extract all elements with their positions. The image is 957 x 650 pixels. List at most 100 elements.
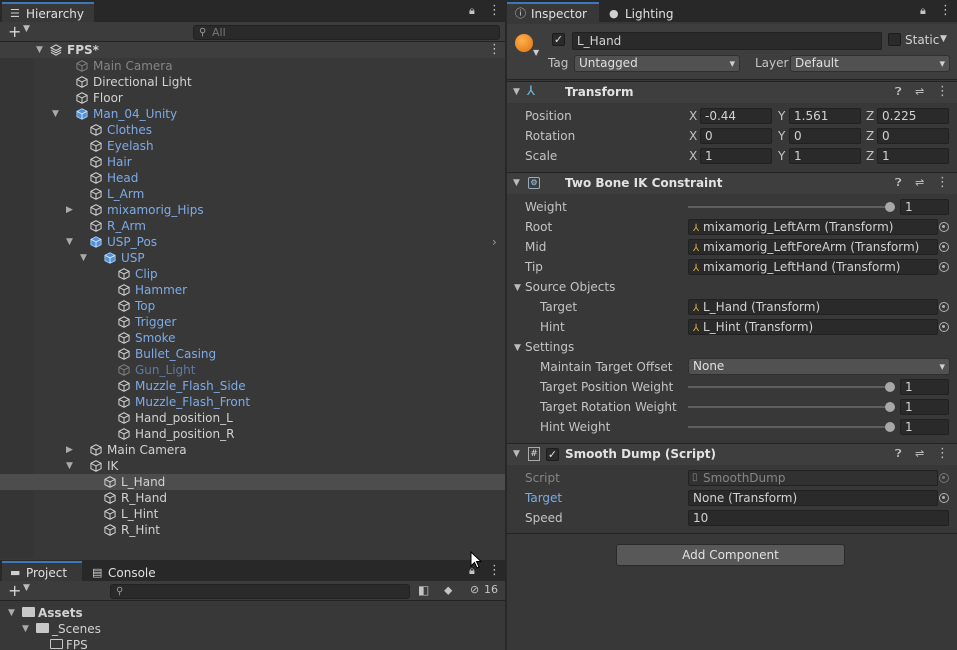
maintain-offset-dropdown[interactable]: None [688, 358, 950, 375]
scale-z-field[interactable]: 1 [877, 148, 949, 164]
target-position-weight-track[interactable] [688, 386, 890, 388]
tree-item[interactable]: L_Arm [0, 186, 505, 202]
foldout-arrow-icon[interactable]: ▼ [513, 87, 520, 97]
ik-header[interactable]: ▼ ⚙ Two Bone IK Constraint ❓︎ ⇌ ⋮ [507, 172, 957, 194]
tree-item[interactable]: Directional Light [0, 74, 505, 90]
tree-item[interactable]: R_Hand [0, 490, 505, 506]
tree-item[interactable]: Clip [0, 266, 505, 282]
kebab-menu-icon[interactable]: ⋮ [488, 42, 501, 58]
tree-item[interactable]: ▼ IK [0, 458, 505, 474]
collapsed-arrow-icon[interactable]: ▶ [66, 202, 73, 218]
object-name-field[interactable]: L_Hand [572, 32, 882, 50]
source-objects-foldout[interactable]: Source Objects [525, 279, 615, 295]
kebab-menu-icon[interactable]: ⋮ [936, 175, 949, 190]
expanded-arrow-icon[interactable]: ▼ [52, 106, 59, 122]
kebab-menu-icon[interactable]: ⋮ [488, 563, 501, 578]
expanded-arrow-icon[interactable]: ▼ [8, 605, 15, 621]
tree-item[interactable]: R_Hint [0, 522, 505, 538]
chevron-down-icon[interactable]: ▼ [23, 583, 30, 593]
kebab-menu-icon[interactable]: ⋮ [936, 84, 949, 99]
weight-field[interactable]: 1 [900, 199, 949, 215]
position-x-field[interactable]: -0.44 [700, 108, 772, 124]
tree-item[interactable]: Clothes [0, 122, 505, 138]
tree-item[interactable]: Head [0, 170, 505, 186]
object-picker-icon[interactable] [939, 222, 949, 232]
tree-item[interactable]: Hammer [0, 282, 505, 298]
transform-header[interactable]: ▼ ⅄ Transform ❓︎ ⇌ ⋮ [507, 81, 957, 103]
static-checkbox[interactable] [888, 33, 901, 46]
foldout-arrow-icon[interactable]: ▼ [513, 449, 520, 459]
project-tree-item[interactable]: ▼ Assets [0, 605, 505, 621]
scale-y-field[interactable]: 1 [789, 148, 861, 164]
target-rotation-weight-knob[interactable] [885, 402, 895, 412]
tab-lighting[interactable]: ● Lighting [601, 2, 691, 22]
target-rotation-weight-field[interactable]: 1 [900, 399, 949, 415]
kebab-menu-icon[interactable]: ⋮ [488, 3, 501, 18]
hint-field[interactable]: ⅄ L_Hint (Transform) [688, 319, 938, 335]
project-tree-item[interactable]: FPS [0, 637, 505, 650]
tree-item[interactable]: Hand_position_L [0, 410, 505, 426]
mid-field[interactable]: ⅄ mixamorig_LeftForeArm (Transform) [688, 239, 938, 255]
add-component-button[interactable]: Add Component [616, 544, 845, 566]
tree-item[interactable]: ▶ Main Camera [0, 442, 505, 458]
hierarchy-search-input[interactable]: ⚲ All [193, 25, 500, 40]
tree-item[interactable]: L_Hint [0, 506, 505, 522]
tree-item[interactable]: ▶ mixamorig_Hips [0, 202, 505, 218]
target-position-weight-knob[interactable] [885, 382, 895, 392]
rotation-z-field[interactable]: 0 [877, 128, 949, 144]
script-enabled-checkbox[interactable]: ✓ [546, 448, 559, 461]
preset-icon[interactable]: ⇌ [915, 85, 924, 98]
tree-item[interactable]: Eyelash [0, 138, 505, 154]
kebab-menu-icon[interactable]: ⋮ [939, 3, 952, 18]
foldout-arrow-icon[interactable]: ▼ [514, 283, 521, 293]
target-rotation-weight-track[interactable] [688, 406, 890, 408]
lock-icon[interactable]: 🔒︎ [920, 4, 926, 18]
tree-item[interactable]: Gun_Light [0, 362, 505, 378]
object-picker-icon[interactable] [939, 322, 949, 332]
hint-weight-track[interactable] [688, 426, 890, 428]
label-tag-icon[interactable]: ⬥ [444, 583, 452, 598]
tree-item[interactable]: R_Arm [0, 218, 505, 234]
expanded-arrow-icon[interactable]: ▼ [80, 250, 87, 266]
tree-item[interactable]: Smoke [0, 330, 505, 346]
tab-project[interactable]: ▬ Project [2, 561, 82, 581]
tab-console[interactable]: ▤ Console [84, 561, 164, 581]
tree-item[interactable]: Floor [0, 90, 505, 106]
foldout-arrow-icon[interactable]: ▼ [514, 343, 521, 353]
tree-item[interactable]: ▼ USP_Pos › [0, 234, 505, 250]
project-tree-item[interactable]: ▼ _Scenes [0, 621, 505, 637]
script-target-field[interactable]: None (Transform) [688, 490, 938, 506]
tree-item[interactable]: Top [0, 298, 505, 314]
tip-field[interactable]: ⅄ mixamorig_LeftHand (Transform) [688, 259, 938, 275]
tree-item[interactable]: Muzzle_Flash_Side [0, 378, 505, 394]
add-button[interactable]: + [8, 22, 21, 41]
script-header[interactable]: ▼ # ✓ Smooth Dump (Script) ❓︎ ⇌ ⋮ [507, 443, 957, 465]
layer-dropdown[interactable]: Default [790, 55, 950, 72]
foldout-arrow-icon[interactable]: ▼ [513, 178, 520, 188]
preset-icon[interactable]: ⇌ [915, 447, 924, 460]
active-checkbox[interactable]: ✓ [552, 33, 565, 46]
tag-dropdown[interactable]: Untagged [574, 55, 740, 72]
help-icon[interactable]: ❓︎ [895, 447, 902, 461]
settings-foldout[interactable]: Settings [525, 339, 574, 355]
speed-field[interactable]: 10 [688, 510, 949, 526]
rotation-x-field[interactable]: 0 [700, 128, 772, 144]
target-field[interactable]: ⅄ L_Hand (Transform) [688, 299, 938, 315]
tab-inspector[interactable]: ⓘ Inspector [507, 2, 599, 22]
weight-slider-knob[interactable] [885, 202, 895, 212]
tree-item[interactable]: Hand_position_R [0, 426, 505, 442]
collapsed-arrow-icon[interactable]: ▶ [66, 442, 73, 458]
gameobject-icon[interactable] [515, 34, 533, 52]
tree-item[interactable]: L_Hand [0, 474, 505, 490]
expanded-arrow-icon[interactable]: ▼ [66, 458, 73, 474]
position-y-field[interactable]: 1.561 [789, 108, 861, 124]
scale-x-field[interactable]: 1 [700, 148, 772, 164]
chevron-down-icon[interactable]: ▼ [23, 24, 30, 34]
object-picker-icon[interactable] [939, 262, 949, 272]
tree-item[interactable]: Trigger [0, 314, 505, 330]
hint-weight-knob[interactable] [885, 422, 895, 432]
lock-icon[interactable]: 🔒︎ [469, 4, 475, 18]
weight-slider-track[interactable] [688, 206, 890, 208]
tree-item[interactable]: Main Camera [0, 58, 505, 74]
target-position-weight-field[interactable]: 1 [900, 379, 949, 395]
